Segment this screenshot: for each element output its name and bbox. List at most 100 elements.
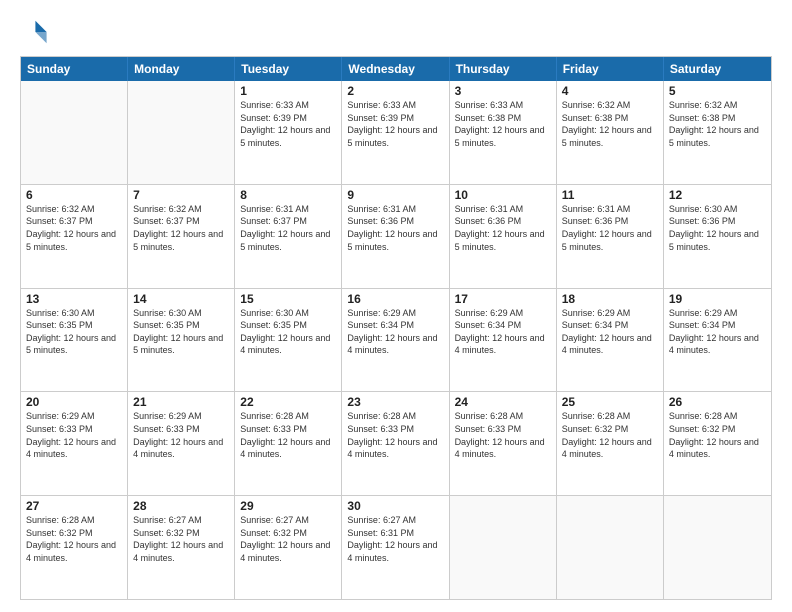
cell-info: Sunrise: 6:29 AM Sunset: 6:34 PM Dayligh… (562, 307, 658, 357)
day-number: 1 (240, 84, 336, 98)
cell-info: Sunrise: 6:28 AM Sunset: 6:32 PM Dayligh… (26, 514, 122, 564)
day-cell-4: 4Sunrise: 6:32 AM Sunset: 6:38 PM Daylig… (557, 81, 664, 184)
cell-info: Sunrise: 6:27 AM Sunset: 6:31 PM Dayligh… (347, 514, 443, 564)
day-number: 14 (133, 292, 229, 306)
day-number: 8 (240, 188, 336, 202)
day-number: 29 (240, 499, 336, 513)
header (20, 18, 772, 46)
day-cell-13: 13Sunrise: 6:30 AM Sunset: 6:35 PM Dayli… (21, 289, 128, 392)
empty-cell (450, 496, 557, 599)
day-cell-7: 7Sunrise: 6:32 AM Sunset: 6:37 PM Daylig… (128, 185, 235, 288)
cell-info: Sunrise: 6:27 AM Sunset: 6:32 PM Dayligh… (240, 514, 336, 564)
day-number: 27 (26, 499, 122, 513)
logo-icon (20, 18, 48, 46)
cell-info: Sunrise: 6:28 AM Sunset: 6:32 PM Dayligh… (669, 410, 766, 460)
day-cell-30: 30Sunrise: 6:27 AM Sunset: 6:31 PM Dayli… (342, 496, 449, 599)
day-number: 25 (562, 395, 658, 409)
day-cell-21: 21Sunrise: 6:29 AM Sunset: 6:33 PM Dayli… (128, 392, 235, 495)
header-day-friday: Friday (557, 57, 664, 81)
cell-info: Sunrise: 6:28 AM Sunset: 6:33 PM Dayligh… (455, 410, 551, 460)
cell-info: Sunrise: 6:29 AM Sunset: 6:33 PM Dayligh… (133, 410, 229, 460)
cell-info: Sunrise: 6:31 AM Sunset: 6:36 PM Dayligh… (455, 203, 551, 253)
day-cell-19: 19Sunrise: 6:29 AM Sunset: 6:34 PM Dayli… (664, 289, 771, 392)
cell-info: Sunrise: 6:29 AM Sunset: 6:34 PM Dayligh… (669, 307, 766, 357)
cell-info: Sunrise: 6:28 AM Sunset: 6:33 PM Dayligh… (240, 410, 336, 460)
day-cell-24: 24Sunrise: 6:28 AM Sunset: 6:33 PM Dayli… (450, 392, 557, 495)
day-number: 4 (562, 84, 658, 98)
header-day-sunday: Sunday (21, 57, 128, 81)
day-cell-26: 26Sunrise: 6:28 AM Sunset: 6:32 PM Dayli… (664, 392, 771, 495)
cell-info: Sunrise: 6:27 AM Sunset: 6:32 PM Dayligh… (133, 514, 229, 564)
day-number: 17 (455, 292, 551, 306)
cell-info: Sunrise: 6:30 AM Sunset: 6:35 PM Dayligh… (240, 307, 336, 357)
cell-info: Sunrise: 6:29 AM Sunset: 6:33 PM Dayligh… (26, 410, 122, 460)
cell-info: Sunrise: 6:31 AM Sunset: 6:37 PM Dayligh… (240, 203, 336, 253)
day-cell-5: 5Sunrise: 6:32 AM Sunset: 6:38 PM Daylig… (664, 81, 771, 184)
day-cell-3: 3Sunrise: 6:33 AM Sunset: 6:38 PM Daylig… (450, 81, 557, 184)
logo (20, 18, 52, 46)
day-number: 6 (26, 188, 122, 202)
day-number: 9 (347, 188, 443, 202)
day-number: 15 (240, 292, 336, 306)
cell-info: Sunrise: 6:28 AM Sunset: 6:32 PM Dayligh… (562, 410, 658, 460)
day-cell-8: 8Sunrise: 6:31 AM Sunset: 6:37 PM Daylig… (235, 185, 342, 288)
cell-info: Sunrise: 6:33 AM Sunset: 6:39 PM Dayligh… (240, 99, 336, 149)
cell-info: Sunrise: 6:31 AM Sunset: 6:36 PM Dayligh… (347, 203, 443, 253)
header-day-monday: Monday (128, 57, 235, 81)
day-number: 19 (669, 292, 766, 306)
day-cell-12: 12Sunrise: 6:30 AM Sunset: 6:36 PM Dayli… (664, 185, 771, 288)
day-number: 28 (133, 499, 229, 513)
day-cell-16: 16Sunrise: 6:29 AM Sunset: 6:34 PM Dayli… (342, 289, 449, 392)
calendar-row-5: 27Sunrise: 6:28 AM Sunset: 6:32 PM Dayli… (21, 495, 771, 599)
day-cell-9: 9Sunrise: 6:31 AM Sunset: 6:36 PM Daylig… (342, 185, 449, 288)
header-day-thursday: Thursday (450, 57, 557, 81)
cell-info: Sunrise: 6:32 AM Sunset: 6:37 PM Dayligh… (26, 203, 122, 253)
day-number: 5 (669, 84, 766, 98)
cell-info: Sunrise: 6:32 AM Sunset: 6:38 PM Dayligh… (562, 99, 658, 149)
day-cell-22: 22Sunrise: 6:28 AM Sunset: 6:33 PM Dayli… (235, 392, 342, 495)
day-cell-23: 23Sunrise: 6:28 AM Sunset: 6:33 PM Dayli… (342, 392, 449, 495)
calendar-row-3: 13Sunrise: 6:30 AM Sunset: 6:35 PM Dayli… (21, 288, 771, 392)
page: SundayMondayTuesdayWednesdayThursdayFrid… (0, 0, 792, 612)
day-cell-15: 15Sunrise: 6:30 AM Sunset: 6:35 PM Dayli… (235, 289, 342, 392)
day-cell-11: 11Sunrise: 6:31 AM Sunset: 6:36 PM Dayli… (557, 185, 664, 288)
cell-info: Sunrise: 6:30 AM Sunset: 6:35 PM Dayligh… (133, 307, 229, 357)
day-number: 16 (347, 292, 443, 306)
cell-info: Sunrise: 6:29 AM Sunset: 6:34 PM Dayligh… (455, 307, 551, 357)
cell-info: Sunrise: 6:33 AM Sunset: 6:38 PM Dayligh… (455, 99, 551, 149)
cell-info: Sunrise: 6:32 AM Sunset: 6:38 PM Dayligh… (669, 99, 766, 149)
calendar-row-4: 20Sunrise: 6:29 AM Sunset: 6:33 PM Dayli… (21, 391, 771, 495)
day-number: 12 (669, 188, 766, 202)
day-number: 20 (26, 395, 122, 409)
day-number: 22 (240, 395, 336, 409)
day-cell-2: 2Sunrise: 6:33 AM Sunset: 6:39 PM Daylig… (342, 81, 449, 184)
day-number: 3 (455, 84, 551, 98)
header-day-saturday: Saturday (664, 57, 771, 81)
cell-info: Sunrise: 6:29 AM Sunset: 6:34 PM Dayligh… (347, 307, 443, 357)
empty-cell (21, 81, 128, 184)
day-number: 18 (562, 292, 658, 306)
day-number: 23 (347, 395, 443, 409)
header-day-tuesday: Tuesday (235, 57, 342, 81)
day-cell-10: 10Sunrise: 6:31 AM Sunset: 6:36 PM Dayli… (450, 185, 557, 288)
calendar-row-1: 1Sunrise: 6:33 AM Sunset: 6:39 PM Daylig… (21, 81, 771, 184)
day-cell-6: 6Sunrise: 6:32 AM Sunset: 6:37 PM Daylig… (21, 185, 128, 288)
empty-cell (128, 81, 235, 184)
cell-info: Sunrise: 6:33 AM Sunset: 6:39 PM Dayligh… (347, 99, 443, 149)
day-cell-28: 28Sunrise: 6:27 AM Sunset: 6:32 PM Dayli… (128, 496, 235, 599)
day-cell-27: 27Sunrise: 6:28 AM Sunset: 6:32 PM Dayli… (21, 496, 128, 599)
day-number: 30 (347, 499, 443, 513)
day-number: 11 (562, 188, 658, 202)
day-cell-29: 29Sunrise: 6:27 AM Sunset: 6:32 PM Dayli… (235, 496, 342, 599)
cell-info: Sunrise: 6:30 AM Sunset: 6:36 PM Dayligh… (669, 203, 766, 253)
header-day-wednesday: Wednesday (342, 57, 449, 81)
day-number: 26 (669, 395, 766, 409)
day-number: 2 (347, 84, 443, 98)
day-number: 7 (133, 188, 229, 202)
day-cell-17: 17Sunrise: 6:29 AM Sunset: 6:34 PM Dayli… (450, 289, 557, 392)
day-cell-1: 1Sunrise: 6:33 AM Sunset: 6:39 PM Daylig… (235, 81, 342, 184)
day-cell-14: 14Sunrise: 6:30 AM Sunset: 6:35 PM Dayli… (128, 289, 235, 392)
cell-info: Sunrise: 6:31 AM Sunset: 6:36 PM Dayligh… (562, 203, 658, 253)
day-number: 21 (133, 395, 229, 409)
empty-cell (664, 496, 771, 599)
